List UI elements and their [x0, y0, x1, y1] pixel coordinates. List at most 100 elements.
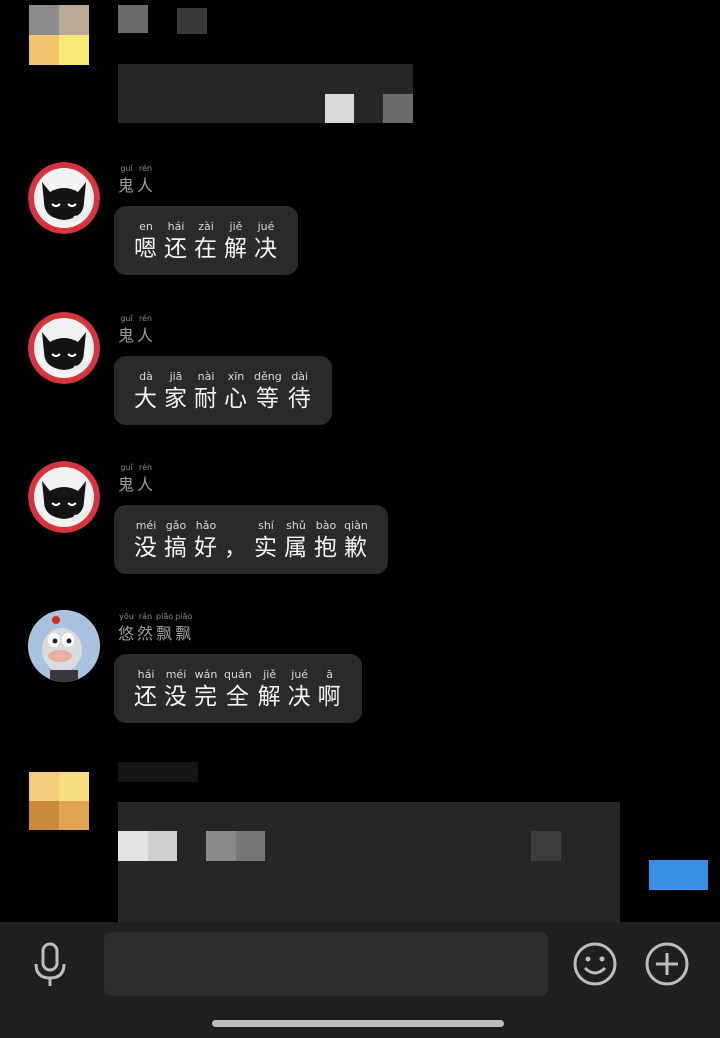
message-hanzi: 在: [194, 236, 218, 262]
message-char: 解 jiě: [258, 668, 282, 711]
message-pinyin: dà: [134, 370, 158, 383]
message-hanzi: 待: [287, 386, 312, 412]
microphone-icon: [34, 942, 66, 986]
message-char: 大 dà: [134, 370, 158, 413]
message-bubble[interactable]: 没 méi 搞 gǎo 好 hǎo ，实 shí 属 shǔ 抱 bào 歉 qiàn: [114, 505, 388, 574]
message-pinyin: jué: [287, 668, 312, 681]
blue-tag-button[interactable]: [649, 860, 708, 890]
message-char: 歉 qiàn: [344, 519, 368, 562]
message-pinyin: shí: [254, 519, 278, 532]
message-pinyin: hái: [164, 220, 188, 233]
avatar-guiren[interactable]: [28, 312, 100, 384]
message-hanzi: 全: [224, 684, 252, 710]
sender-name-pinyin: rán: [137, 612, 155, 621]
message-char: 嗯 en: [134, 220, 158, 263]
message-hanzi: 搞: [164, 535, 188, 561]
message-char: 决 jué: [288, 668, 312, 711]
chat-area[interactable]: 鬼guǐ 人rén 嗯en 还hái 在zài 解jiě 决jué 鬼guǐ 人rén 大d…: [0, 0, 720, 922]
sender-name-char: 人 rén: [137, 164, 154, 196]
message-pinyin: bào: [314, 519, 338, 532]
sender-name: 悠yōu 然rán 飘piāo 飘piāo: [118, 612, 192, 644]
message-pinyin: gǎo: [164, 519, 188, 532]
message-hanzi: 嗯: [134, 236, 158, 262]
home-indicator[interactable]: [212, 1020, 504, 1027]
input-bar: [0, 922, 720, 1038]
message-char: 解 jiě: [224, 220, 248, 263]
message-char: 待 dài: [288, 370, 312, 413]
message-char: 好 hǎo: [194, 519, 218, 562]
sender-name-hanzi: 人: [137, 475, 155, 494]
message-bubble[interactable]: 大 dà 家 jiā 耐 nài 心 xīn 等 děng 待 dài: [114, 356, 332, 425]
more-button[interactable]: [643, 940, 691, 988]
sender-name-hanzi: 人: [137, 326, 155, 345]
message-pinyin: quán: [224, 668, 252, 681]
censored-name: [118, 5, 148, 33]
message-hanzi: 解: [224, 236, 248, 262]
message-hanzi: 解: [257, 684, 282, 710]
sender-name: 鬼 guǐ 人 rén: [118, 314, 154, 346]
emoji-button[interactable]: [571, 940, 619, 988]
sender-name-hanzi: 飘: [156, 624, 174, 643]
plus-icon: [645, 942, 689, 986]
message-char: 耐 nài: [194, 370, 218, 413]
sender-name-pinyin: rén: [137, 463, 155, 472]
message-hanzi: 歉: [344, 535, 368, 561]
message-char: 等 děng: [254, 370, 282, 413]
message-char: 实 shí: [254, 519, 278, 562]
message-char: 决 jué: [254, 220, 278, 263]
message-pinyin: ā: [317, 668, 342, 681]
sender-name-pinyin: guǐ: [118, 463, 135, 472]
censored-bubble: [118, 64, 413, 123]
message-hanzi: 实: [254, 535, 278, 561]
censored-avatar[interactable]: [29, 5, 89, 65]
avatar-guiren[interactable]: [28, 461, 100, 533]
sender-name-char: 飘 piāo: [175, 612, 192, 644]
sender-name-pinyin: piāo: [175, 612, 193, 621]
sender-name: 鬼 guǐ 人 rén: [118, 463, 154, 495]
cartoon-character-avatar-icon: [28, 610, 100, 682]
sender-name-hanzi: 鬼: [118, 475, 136, 494]
message-pinyin: jiě: [224, 220, 248, 233]
message-hanzi: 决: [287, 684, 312, 710]
message-pinyin: qiàn: [344, 519, 368, 532]
sender-name-char: 鬼 guǐ: [118, 463, 135, 495]
message-hanzi: 大: [134, 386, 158, 412]
devil-avatar-icon: [28, 162, 100, 234]
message-char: 家 jiā: [164, 370, 188, 413]
message-char: 在 zài: [194, 220, 218, 263]
message-input[interactable]: [104, 932, 548, 996]
message-hanzi: 没: [134, 535, 158, 561]
message-pinyin: hǎo: [194, 519, 218, 532]
censored-name: [177, 8, 207, 34]
sender-name: 鬼 guǐ 人 rén: [118, 164, 154, 196]
message-pinyin: jiě: [257, 668, 282, 681]
message-char: 抱 bào: [314, 519, 338, 562]
sender-name-char: 飘 piāo: [156, 612, 173, 644]
sender-name-pinyin: rén: [137, 164, 155, 173]
message-hanzi: ，: [224, 535, 248, 561]
message-bubble[interactable]: 还 hái 没 méi 完 wán 全 quán 解 jiě 决 jué 啊ā: [114, 654, 362, 723]
message-hanzi: 家: [164, 386, 188, 412]
voice-button[interactable]: [26, 940, 74, 988]
sender-name-pinyin: guǐ: [118, 164, 135, 173]
message-char: 啊ā: [318, 668, 342, 711]
avatar-youranpiaopiao[interactable]: [28, 610, 100, 682]
emoji-icon: [573, 942, 617, 986]
sender-name-hanzi: 人: [137, 176, 155, 195]
message-pinyin: nài: [194, 370, 218, 383]
censored-bubble: [118, 802, 620, 922]
sender-name-char: 悠 yōu: [118, 612, 135, 644]
censored-avatar[interactable]: [29, 772, 89, 830]
message-char: 心 xīn: [224, 370, 248, 413]
sender-name-hanzi: 然: [137, 624, 155, 643]
sender-name-char: 鬼 guǐ: [118, 164, 135, 196]
avatar-guiren[interactable]: [28, 162, 100, 234]
sender-name-pinyin: rén: [137, 314, 155, 323]
sender-name-char: 人 rén: [137, 314, 154, 346]
message-hanzi: 没: [164, 684, 188, 710]
sender-name-char: 鬼 guǐ: [118, 314, 135, 346]
message-bubble[interactable]: 嗯 en 还 hái 在 zài 解 jiě 决 jué: [114, 206, 298, 275]
message-hanzi: 心: [224, 386, 248, 412]
message-pinyin: méi: [134, 519, 158, 532]
message-pinyin: xīn: [224, 370, 248, 383]
